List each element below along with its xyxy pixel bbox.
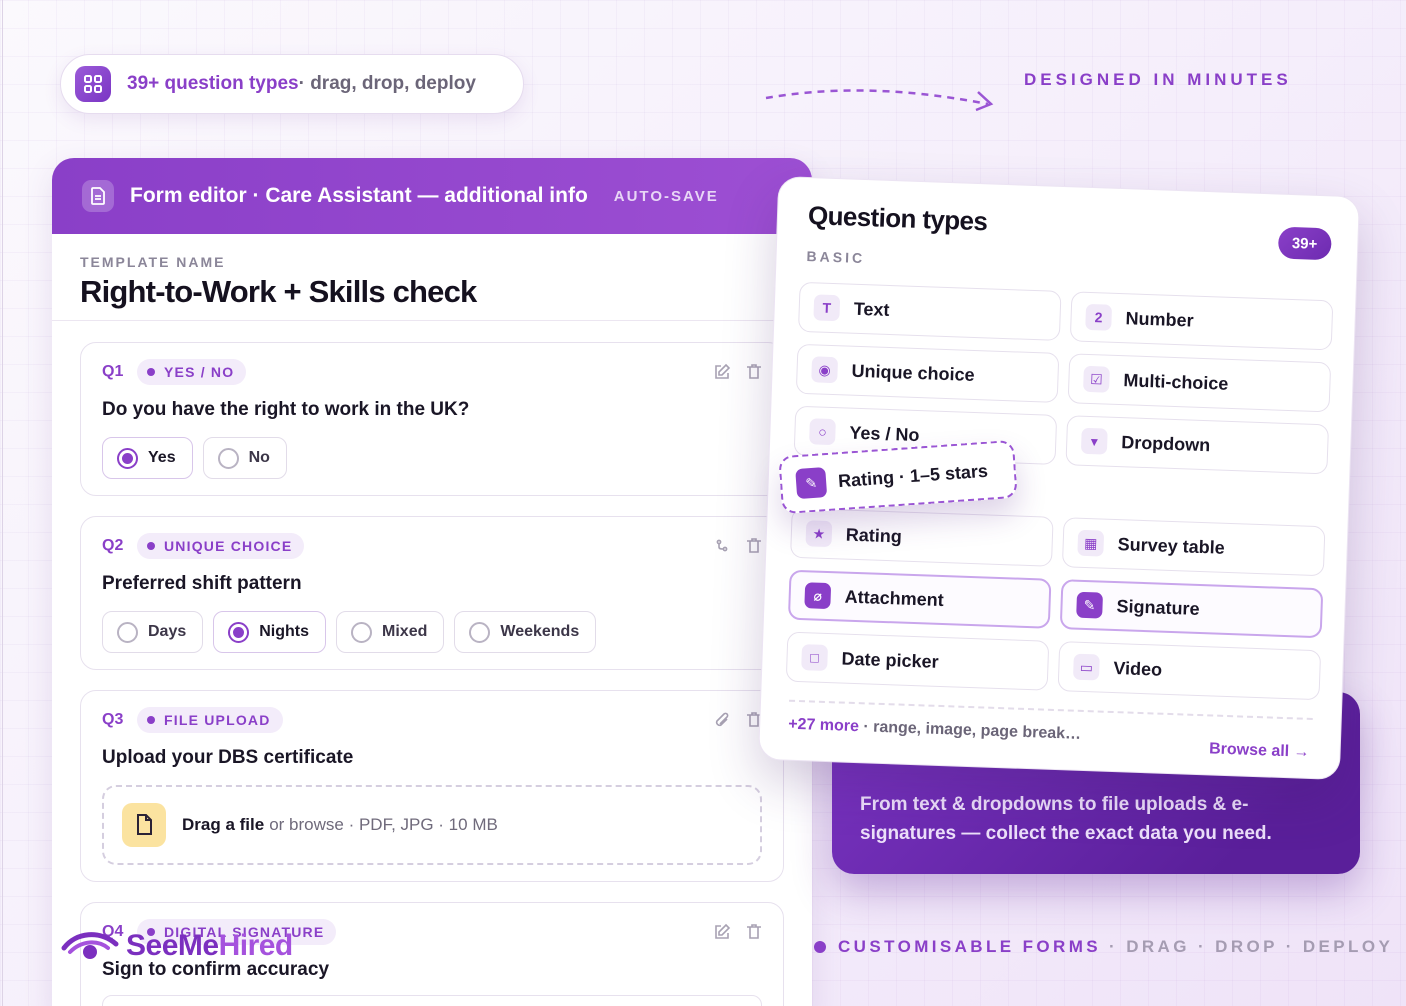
designed-in-minutes-label: DESIGNED IN MINUTES xyxy=(1024,70,1292,89)
radio-icon: ◉ xyxy=(811,356,839,384)
qtype-rating[interactable]: ★ Rating xyxy=(790,507,1054,567)
paperclip-icon[interactable] xyxy=(711,709,733,731)
footer-divider xyxy=(789,699,1313,721)
radio-icon xyxy=(117,621,138,643)
question-card[interactable]: Q3 FILE UPLOAD Upload your DBS certifica… xyxy=(80,690,784,882)
radio-icon xyxy=(117,447,138,469)
qtype-unique-choice[interactable]: ◉ Unique choice xyxy=(795,343,1060,403)
checkbox-icon: ☑ xyxy=(1083,365,1110,393)
star-icon: ★ xyxy=(805,520,833,548)
frame-divider xyxy=(2,0,3,1006)
question-type-badge: YES / NO xyxy=(137,359,247,385)
bottom-tagline: CUSTOMISABLE FORMS · DRAG · DROP · DEPLO… xyxy=(814,937,1393,957)
qtype-number[interactable]: 2 Number xyxy=(1069,291,1334,351)
browse-all-link[interactable]: Browse all → xyxy=(1209,740,1310,761)
template-name[interactable]: Right-to-Work + Skills check xyxy=(80,274,477,310)
qtype-signature[interactable]: ✎ Signature xyxy=(1059,579,1324,639)
option-weekends[interactable]: Weekends xyxy=(454,611,597,653)
autosave-status: AUTO-SAVE xyxy=(613,187,719,205)
option-yes[interactable]: Yes xyxy=(102,437,193,479)
pen-icon: ✎ xyxy=(1076,591,1104,619)
question-tools xyxy=(711,361,765,383)
calendar-icon: □ xyxy=(801,644,829,672)
promo-text: From text & dropdowns to file uploads & … xyxy=(860,794,1272,844)
grid-icon xyxy=(75,66,111,102)
caret-icon: ▾ xyxy=(1080,427,1108,455)
edit-icon: ✎ xyxy=(795,467,828,500)
qtype-attachment[interactable]: ⌀ Attachment xyxy=(787,569,1052,629)
option-list: Days Nights Mixed Weekends xyxy=(102,611,597,653)
form-editor-panel: Form editor · Care Assistant — additiona… xyxy=(52,158,812,1006)
edit-icon[interactable] xyxy=(711,921,733,943)
question-type-badge: UNIQUE CHOICE xyxy=(137,533,305,559)
question-number: Q1 xyxy=(102,363,124,380)
question-type-badge: FILE UPLOAD xyxy=(137,707,283,733)
qtype-survey-table[interactable]: ▦ Survey table xyxy=(1061,517,1326,577)
template-name-label: TEMPLATE NAME xyxy=(80,254,226,270)
drag-handle-icon[interactable] xyxy=(711,535,733,557)
dashed-arrow-icon xyxy=(765,89,994,112)
question-text: Do you have the right to work in the UK? xyxy=(102,399,470,420)
circle-icon: ○ xyxy=(809,418,836,446)
editor-title: Form editor · Care Assistant — additiona… xyxy=(130,184,588,207)
drag-file-label: Drag a file xyxy=(182,815,265,834)
question-tools xyxy=(711,921,765,943)
eye-logo-icon xyxy=(61,932,119,959)
radio-icon xyxy=(228,621,250,643)
trash-icon[interactable] xyxy=(743,535,765,557)
table-icon: ▦ xyxy=(1077,529,1105,557)
count-badge: 39+ xyxy=(1277,226,1332,261)
seemehired-logo: SeeMeHired xyxy=(60,926,293,966)
more-types: +27 more · range, image, page break… xyxy=(787,715,1082,743)
radio-icon xyxy=(469,621,491,643)
qtype-date-picker[interactable]: □ Date picker xyxy=(785,631,1050,691)
qtype-dropdown[interactable]: ▾ Dropdown xyxy=(1065,415,1330,475)
trash-icon[interactable] xyxy=(743,361,765,383)
trash-icon[interactable] xyxy=(743,921,765,943)
text-icon: T xyxy=(813,294,841,322)
option-list: Yes No xyxy=(102,437,287,479)
file-dropzone[interactable]: Drag a file or browse · PDF, JPG · 10 MB xyxy=(102,785,762,865)
document-icon xyxy=(82,180,114,212)
question-text: Preferred shift pattern xyxy=(102,573,302,594)
question-number: Q3 xyxy=(102,711,124,728)
paperclip-icon: ⌀ xyxy=(804,582,832,610)
question-tools xyxy=(711,709,765,731)
file-icon xyxy=(122,803,166,847)
question-card[interactable]: Q1 YES / NO Do you have the right to wor… xyxy=(80,342,784,496)
question-number: Q2 xyxy=(102,537,124,554)
pill-strong-text: 39+ question types xyxy=(127,73,299,94)
option-no[interactable]: No xyxy=(202,437,287,479)
radio-icon xyxy=(217,447,239,469)
signature-pad[interactable] xyxy=(102,995,762,1006)
qtype-multi-choice[interactable]: ☑ Multi-choice xyxy=(1067,353,1332,413)
question-types-pill: 39+ question types · drag, drop, deploy xyxy=(60,54,524,114)
qtype-video[interactable]: ▭ Video xyxy=(1057,641,1322,701)
option-mixed[interactable]: Mixed xyxy=(336,611,445,653)
question-types-title: Question types xyxy=(807,200,988,237)
question-card[interactable]: Q2 UNIQUE CHOICE Preferred shift pattern… xyxy=(80,516,784,670)
section-label: BASIC xyxy=(806,248,866,267)
edit-icon[interactable] xyxy=(711,361,733,383)
question-text: Upload your DBS certificate xyxy=(102,747,354,768)
bullet-icon xyxy=(814,941,826,953)
editor-header: Form editor · Care Assistant — additiona… xyxy=(52,158,812,234)
video-icon: ▭ xyxy=(1072,653,1100,681)
pill-rest-text: · drag, drop, deploy xyxy=(298,73,476,94)
radio-icon xyxy=(351,621,373,643)
question-tools xyxy=(711,535,765,557)
option-days[interactable]: Days xyxy=(102,611,204,653)
browse-label[interactable]: or browse · PDF, JPG · 10 MB xyxy=(269,815,498,835)
divider xyxy=(52,320,812,321)
qtype-text[interactable]: T Text xyxy=(797,281,1062,341)
number-icon: 2 xyxy=(1085,303,1113,331)
option-nights[interactable]: Nights xyxy=(213,611,327,653)
